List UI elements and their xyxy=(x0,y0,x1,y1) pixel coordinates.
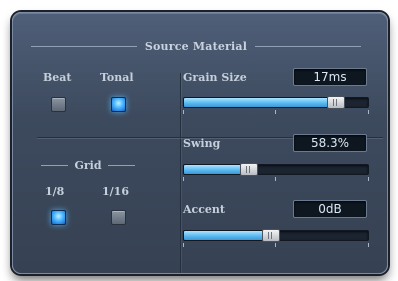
tick xyxy=(183,110,184,114)
tick xyxy=(368,110,369,114)
grain-size-readout[interactable]: 17ms xyxy=(293,68,367,86)
accent-slider-fill xyxy=(184,231,271,240)
tick xyxy=(368,177,369,181)
swing-slider[interactable] xyxy=(183,163,369,176)
tick xyxy=(275,177,276,181)
tick xyxy=(275,243,276,247)
swing-slider-thumb[interactable] xyxy=(240,163,258,176)
vertical-divider xyxy=(180,73,181,273)
grain-size-label: Grain Size xyxy=(183,71,247,84)
grain-size-ticks xyxy=(183,110,369,114)
left-horizontal-divider xyxy=(37,137,187,138)
tick xyxy=(183,243,184,247)
grain-size-slider-fill xyxy=(184,98,336,107)
grid-header: Grid xyxy=(41,158,135,172)
source-material-panel: Source Material Beat Tonal Grid 1/8 1/16… xyxy=(12,12,388,274)
accent-ticks xyxy=(183,243,369,247)
grid-eighth-button[interactable] xyxy=(51,210,66,225)
grain-size-slider[interactable] xyxy=(183,96,369,109)
tonal-mode-button[interactable] xyxy=(111,97,126,112)
accent-slider[interactable] xyxy=(183,229,369,242)
accent-slider-thumb[interactable] xyxy=(262,229,280,242)
tonal-label: Tonal xyxy=(100,71,134,84)
section-header: Source Material xyxy=(31,39,362,53)
grid-eighth-label: 1/8 xyxy=(45,185,65,198)
grid-rule-left xyxy=(41,164,69,166)
section-title: Source Material xyxy=(144,39,248,53)
section-rule-right xyxy=(255,45,362,47)
accent-readout[interactable]: 0dB xyxy=(293,200,367,218)
tick xyxy=(368,243,369,247)
section-rule-left xyxy=(31,45,137,47)
swing-readout[interactable]: 58.3% xyxy=(293,134,367,152)
grid-title: Grid xyxy=(74,158,102,172)
beat-label: Beat xyxy=(43,71,72,84)
grid-rule-right xyxy=(107,164,135,166)
swing-label: Swing xyxy=(183,137,221,150)
beat-mode-button[interactable] xyxy=(51,97,66,112)
grain-size-slider-thumb[interactable] xyxy=(327,96,345,109)
tick xyxy=(183,177,184,181)
swing-ticks xyxy=(183,177,369,181)
grid-sixteenth-button[interactable] xyxy=(111,210,126,225)
grid-sixteenth-label: 1/16 xyxy=(102,185,129,198)
tick xyxy=(275,110,276,114)
accent-label: Accent xyxy=(183,203,226,216)
